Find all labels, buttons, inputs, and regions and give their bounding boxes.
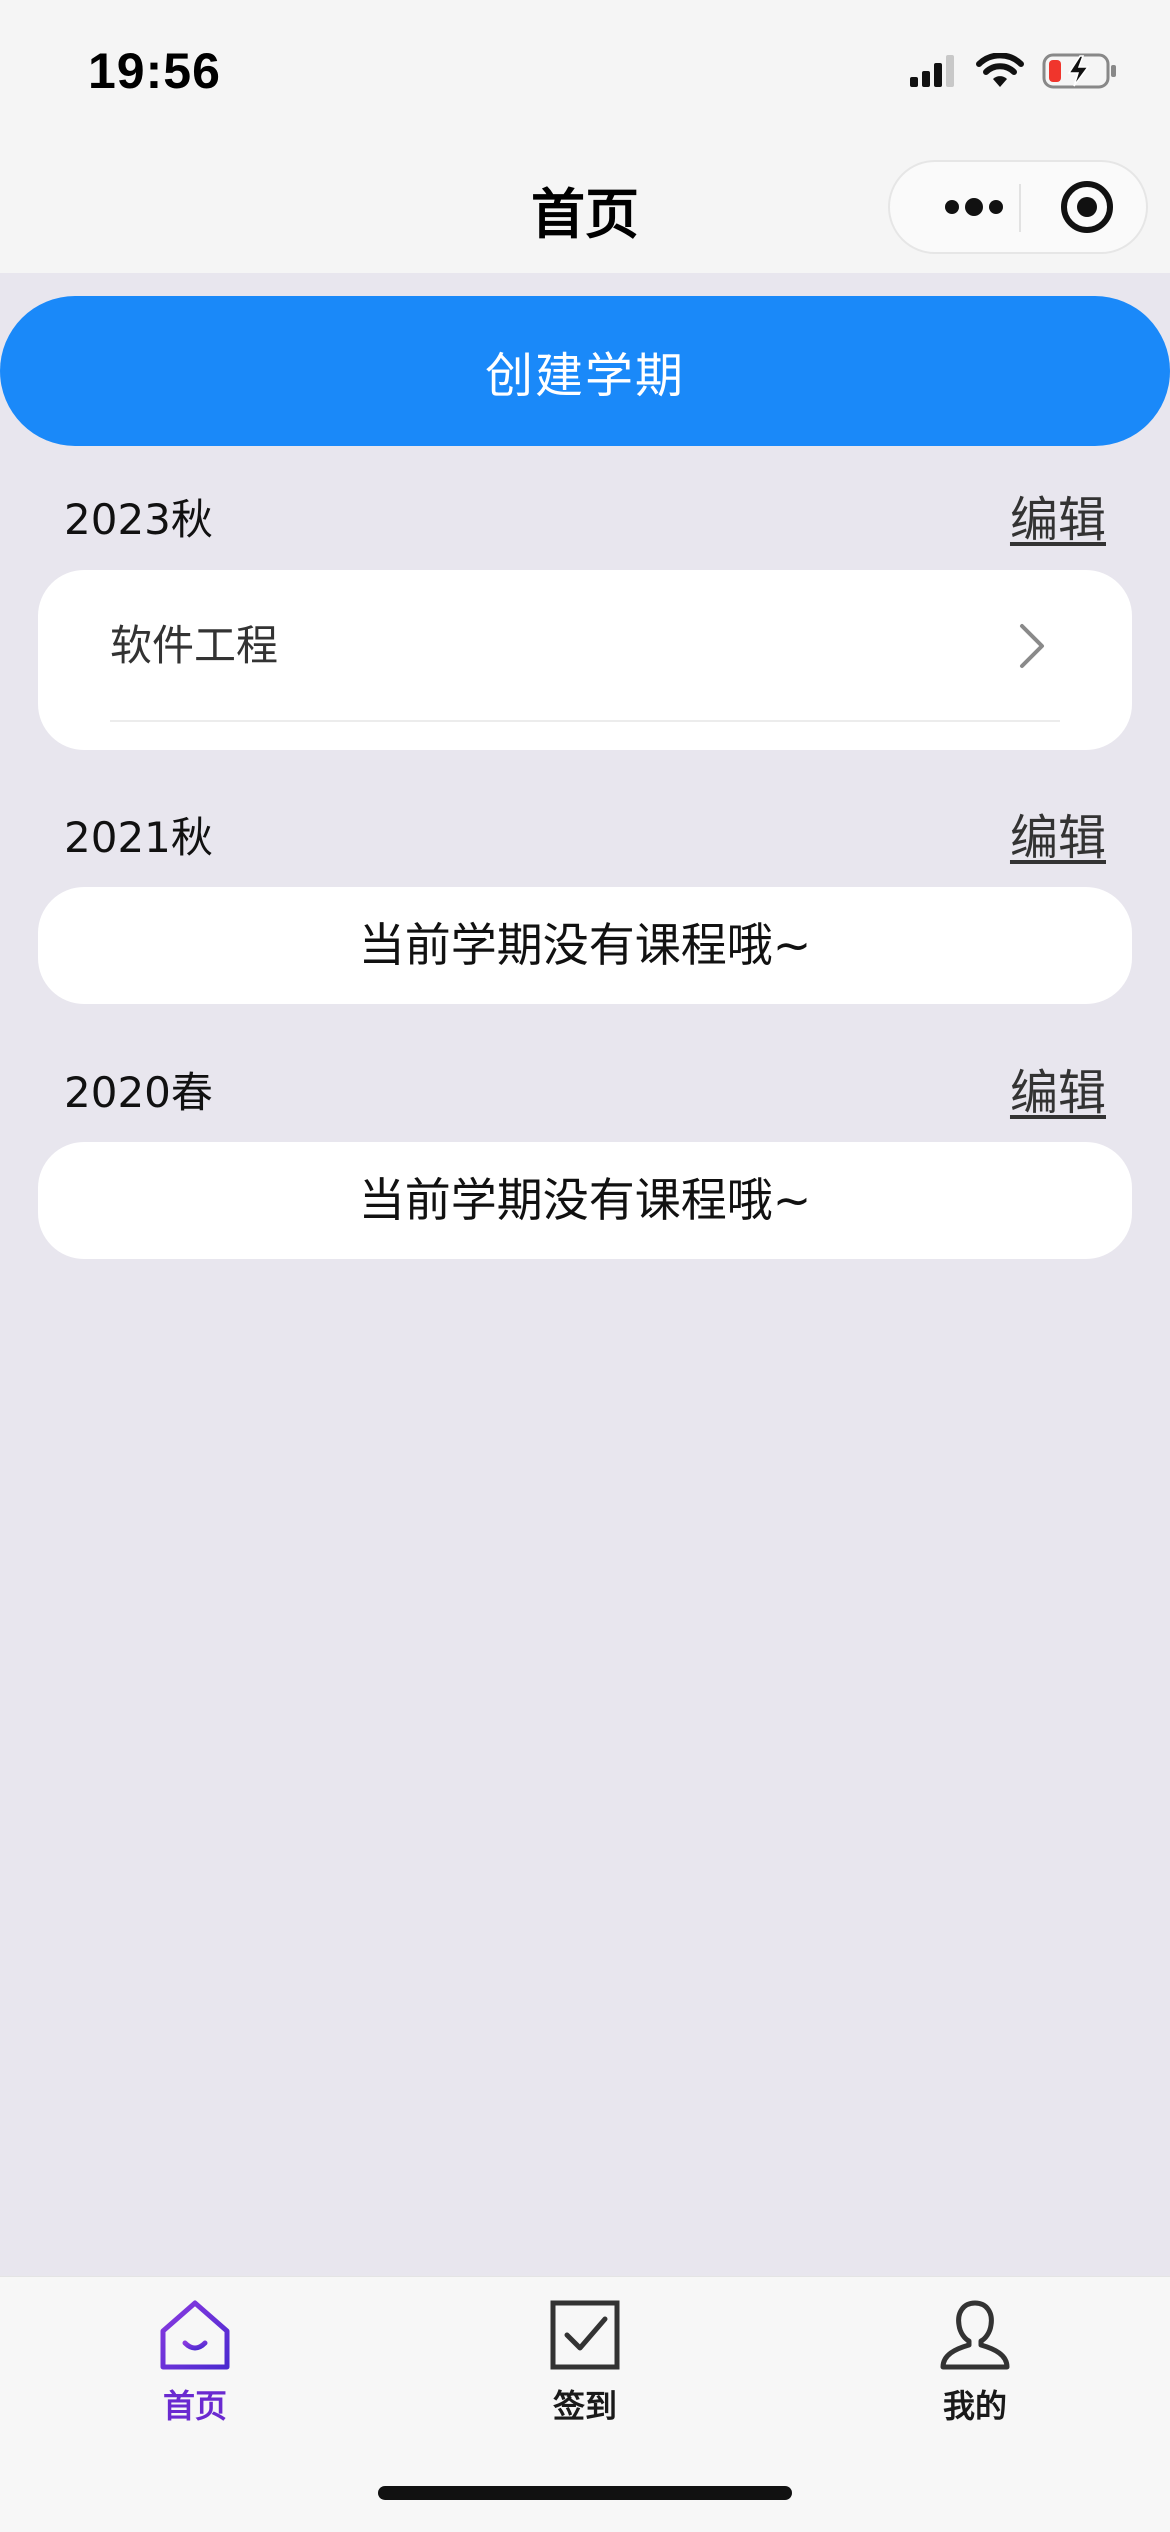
empty-message: 当前学期没有课程哦~ <box>358 1173 812 1227</box>
course-name: 软件工程 <box>110 621 279 670</box>
home-indicator <box>378 2486 792 2500</box>
term-name: 2021秋 <box>64 813 213 862</box>
tab-home[interactable]: 首页 <box>95 2295 295 2445</box>
nav-bar: 首页 <box>0 150 1170 273</box>
chevron-right-icon <box>1020 624 1044 668</box>
course-card: 软件工程 <box>38 570 1132 750</box>
edit-term-link[interactable]: 编辑 <box>1010 808 1106 868</box>
capsule-divider <box>1019 184 1021 232</box>
tab-label: 我的 <box>942 2387 1007 2425</box>
term-name: 2020春 <box>64 1068 213 1117</box>
checkbox-icon <box>550 2300 620 2370</box>
close-miniprogram-button[interactable] <box>1042 162 1132 252</box>
battery-charging-icon <box>1042 53 1116 89</box>
home-icon <box>160 2300 230 2370</box>
more-button[interactable] <box>928 162 1020 252</box>
target-circle-icon <box>1061 181 1113 233</box>
status-bar: 19:56 <box>0 0 1170 150</box>
edit-term-link[interactable]: 编辑 <box>1010 490 1106 550</box>
edit-term-link[interactable]: 编辑 <box>1010 1063 1106 1123</box>
tab-mine[interactable]: 我的 <box>875 2295 1075 2445</box>
signal-icon <box>910 55 954 87</box>
term-header: 2021秋 编辑 <box>64 808 1106 868</box>
empty-message: 当前学期没有课程哦~ <box>358 918 812 972</box>
term-name: 2023秋 <box>64 495 213 544</box>
course-row[interactable]: 软件工程 <box>110 570 1060 722</box>
tab-checkin[interactable]: 签到 <box>485 2295 685 2445</box>
term-header: 2020春 编辑 <box>64 1063 1106 1123</box>
user-icon <box>940 2300 1010 2370</box>
miniprogram-capsule <box>888 160 1148 254</box>
status-icons <box>908 52 1118 90</box>
more-dots-icon <box>945 198 1003 216</box>
empty-course-card: 当前学期没有课程哦~ <box>38 887 1132 1004</box>
create-semester-button[interactable]: 创建学期 <box>0 296 1170 446</box>
term-header: 2023秋 编辑 <box>64 490 1106 550</box>
status-time: 19:56 <box>88 43 221 99</box>
tab-label: 首页 <box>162 2387 227 2425</box>
tab-label: 签到 <box>552 2387 617 2425</box>
empty-course-card: 当前学期没有课程哦~ <box>38 1142 1132 1259</box>
wifi-icon <box>976 53 1024 87</box>
